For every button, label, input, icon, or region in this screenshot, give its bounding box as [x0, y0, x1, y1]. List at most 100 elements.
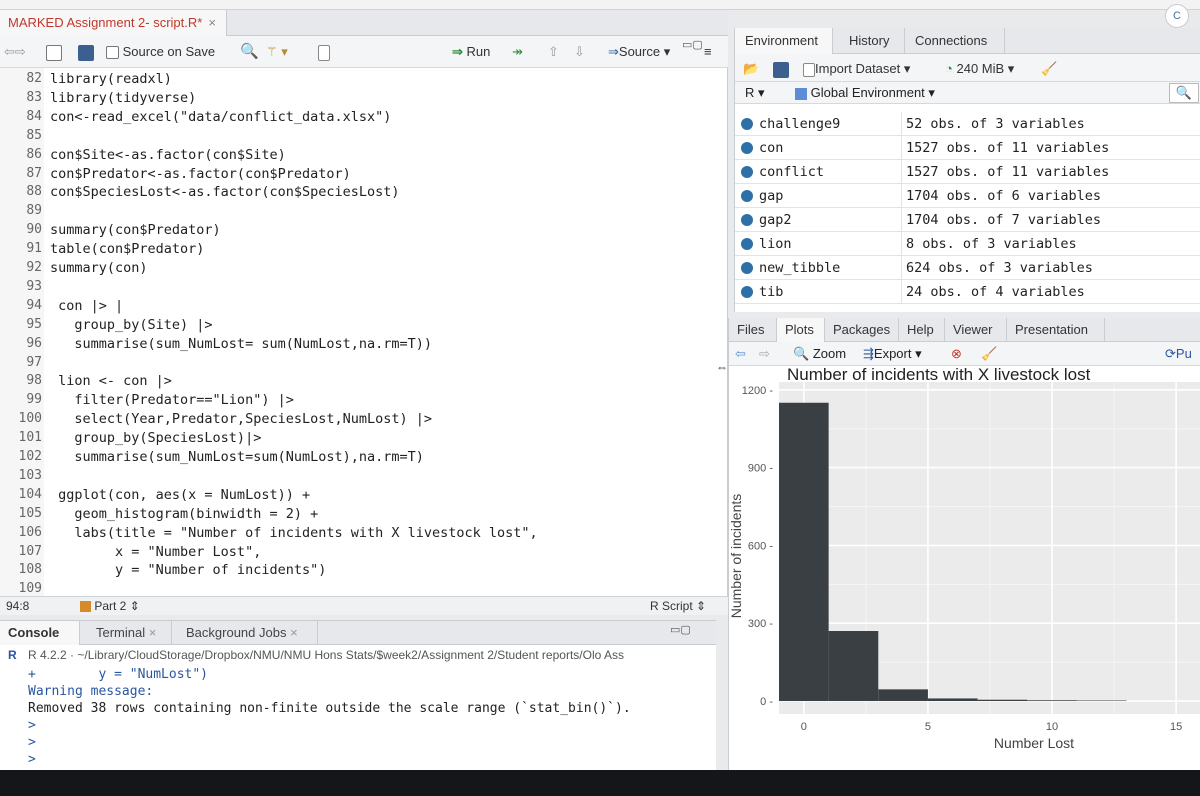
expand-icon[interactable]	[741, 262, 753, 274]
tab-packages[interactable]: Packages	[825, 318, 899, 342]
minimize-maximize-icon[interactable]: ▭▢	[670, 623, 691, 636]
code-text: group_by(SpeciesLost)|>	[50, 430, 262, 447]
tab-environment[interactable]: Environment	[735, 28, 833, 54]
code-line[interactable]: 104 ggplot(con, aes(x = NumLost)) +	[0, 486, 728, 504]
broom-icon[interactable]: 🧹	[1041, 58, 1057, 80]
magic-wand-icon[interactable]: ⚚ ▾	[266, 41, 288, 63]
histogram-bar	[828, 631, 879, 702]
variable-row[interactable]: tib 24 obs. of 4 variables	[735, 280, 1200, 304]
code-line[interactable]: 93	[0, 278, 728, 296]
previous-plot-icon[interactable]: ⇦	[735, 342, 746, 366]
save-icon[interactable]	[78, 41, 94, 63]
code-line[interactable]: 90 summary(con$Predator)	[0, 221, 728, 239]
expand-icon[interactable]	[741, 286, 753, 298]
line-number: 82	[26, 71, 42, 86]
open-folder-icon[interactable]: 📂	[743, 58, 759, 80]
show-in-window-icon[interactable]	[46, 41, 62, 63]
memory-usage-button[interactable]: ◔ 240 MiB ▾	[945, 58, 1014, 80]
code-line[interactable]: 98 lion <- con |>	[0, 372, 728, 390]
code-line[interactable]: 105 geom_histogram(binwidth = 2) +	[0, 505, 728, 523]
import-dataset-button[interactable]: Import Dataset ▾	[803, 58, 910, 80]
code-line[interactable]: 109	[0, 580, 728, 596]
export-button[interactable]: ⇶Export ▾	[863, 342, 922, 366]
variable-row[interactable]: con 1527 obs. of 11 variables	[735, 136, 1200, 160]
search-icon[interactable]: 🔍	[1169, 83, 1199, 103]
search-icon[interactable]: 🔍	[240, 41, 259, 63]
variable-row[interactable]: challenge9 52 obs. of 3 variables	[735, 112, 1200, 136]
code-line[interactable]: 86 con$Site<-as.factor(con$Site)	[0, 146, 728, 164]
expand-icon[interactable]	[741, 214, 753, 226]
code-line[interactable]: 82 library(readxl)	[0, 70, 728, 88]
code-line[interactable]: 96 summarise(sum_NumLost= sum(NumLost,na…	[0, 335, 728, 353]
code-line[interactable]: 95 group_by(Site) |>	[0, 316, 728, 334]
tab-history[interactable]: History	[839, 28, 905, 54]
expand-icon[interactable]	[741, 238, 753, 250]
code-line[interactable]: 97	[0, 354, 728, 372]
up-arrow-icon[interactable]: ⇧	[548, 41, 559, 63]
variable-row[interactable]: lion 8 obs. of 3 variables	[735, 232, 1200, 256]
source-button[interactable]: ⇒Source ▾	[608, 41, 670, 63]
expand-icon[interactable]	[741, 166, 753, 178]
code-line[interactable]: 102 summarise(sum_NumLost=sum(NumLost),n…	[0, 448, 728, 466]
tab-console[interactable]: Console	[0, 621, 80, 645]
close-tab-icon[interactable]: ×	[208, 15, 216, 30]
code-line[interactable]: 84 con<-read_excel("data/conflict_data.xl…	[0, 108, 728, 126]
line-number: 97	[26, 354, 42, 370]
section-label: Part 2	[94, 599, 127, 613]
code-area[interactable]: 82 library(readxl) 83 library(tidyverse) 84 c…	[0, 68, 728, 596]
minimize-maximize-icon[interactable]: ▭▢	[682, 34, 703, 56]
source-on-save-checkbox[interactable]: Source on Save	[106, 41, 215, 63]
language-selector[interactable]: R ▾	[745, 82, 765, 104]
down-arrow-icon[interactable]: ⇩	[574, 41, 585, 63]
back-forward-icon[interactable]: ⇦⇨	[4, 41, 26, 63]
variable-value: 1704 obs. of 6 variables	[901, 184, 1101, 208]
code-line[interactable]: 92 summary(con)	[0, 259, 728, 277]
section-navigator[interactable]: Part 2 ⇕	[80, 597, 140, 615]
tab-help[interactable]: Help	[899, 318, 945, 342]
variable-row[interactable]: gap 1704 obs. of 6 variables	[735, 184, 1200, 208]
file-type-selector[interactable]: R Script ⇕	[650, 597, 706, 615]
code-line[interactable]: 106 labs(title = "Number of incidents wi…	[0, 524, 728, 542]
tab-connections[interactable]: Connections	[905, 28, 1005, 54]
tab-terminal[interactable]: Terminal ×	[88, 621, 172, 645]
editor-tab[interactable]: MARKED Assignment 2- script.R* ×	[0, 10, 227, 36]
tab-presentation[interactable]: Presentation	[1007, 318, 1105, 342]
outline-icon[interactable]: ≡	[704, 41, 712, 63]
code-line[interactable]: 99 filter(Predator=="Lion") |>	[0, 391, 728, 409]
code-line[interactable]: 94 con |> |	[0, 297, 728, 315]
tab-files[interactable]: Files	[729, 318, 777, 342]
broom-icon[interactable]: 🧹	[981, 342, 997, 366]
compile-report-icon[interactable]	[318, 41, 330, 63]
code-line[interactable]: 91 table(con$Predator)	[0, 240, 728, 258]
expand-icon[interactable]	[741, 118, 753, 130]
next-plot-icon[interactable]: ⇨	[759, 342, 770, 366]
code-line[interactable]: 89	[0, 202, 728, 220]
pane-splitter-handle[interactable]: ⇔	[716, 360, 728, 380]
code-line[interactable]: 107 x = "Number Lost",	[0, 543, 728, 561]
scope-selector[interactable]: Global Environment ▾	[795, 82, 935, 104]
zoom-button[interactable]: 🔍 Zoom	[793, 342, 846, 366]
expand-icon[interactable]	[741, 190, 753, 202]
user-avatar[interactable]: C	[1165, 4, 1189, 28]
variable-row[interactable]: conflict 1527 obs. of 11 variables	[735, 160, 1200, 184]
code-line[interactable]: 87 con$Predator<-as.factor(con$Predator)	[0, 165, 728, 183]
code-line[interactable]: 100 select(Year,Predator,SpeciesLost,Num…	[0, 410, 728, 428]
variable-row[interactable]: new_tibble 624 obs. of 3 variables	[735, 256, 1200, 280]
code-line[interactable]: 83 library(tidyverse)	[0, 89, 728, 107]
expand-icon[interactable]	[741, 142, 753, 154]
tab-background-jobs[interactable]: Background Jobs ×	[178, 621, 318, 645]
tab-plots[interactable]: Plots	[777, 318, 825, 342]
working-directory[interactable]: ~/Library/CloudStorage/Dropbox/NMU/NMU H…	[77, 648, 624, 662]
remove-plot-icon[interactable]: ⊗	[951, 342, 962, 366]
variable-row[interactable]: gap2 1704 obs. of 7 variables	[735, 208, 1200, 232]
tab-viewer[interactable]: Viewer	[945, 318, 1007, 342]
code-line[interactable]: 108 y = "Number of incidents")	[0, 561, 728, 579]
run-button[interactable]: ⇒ Run	[452, 41, 490, 63]
code-line[interactable]: 85	[0, 127, 728, 145]
publish-button[interactable]: ⟳Pu	[1165, 342, 1192, 366]
code-line[interactable]: 103	[0, 467, 728, 485]
rerun-icon[interactable]: ↠	[512, 41, 523, 63]
code-line[interactable]: 101 group_by(SpeciesLost)|>	[0, 429, 728, 447]
save-workspace-icon[interactable]	[773, 58, 789, 80]
code-line[interactable]: 88 con$SpeciesLost<-as.factor(con$Species…	[0, 183, 728, 201]
